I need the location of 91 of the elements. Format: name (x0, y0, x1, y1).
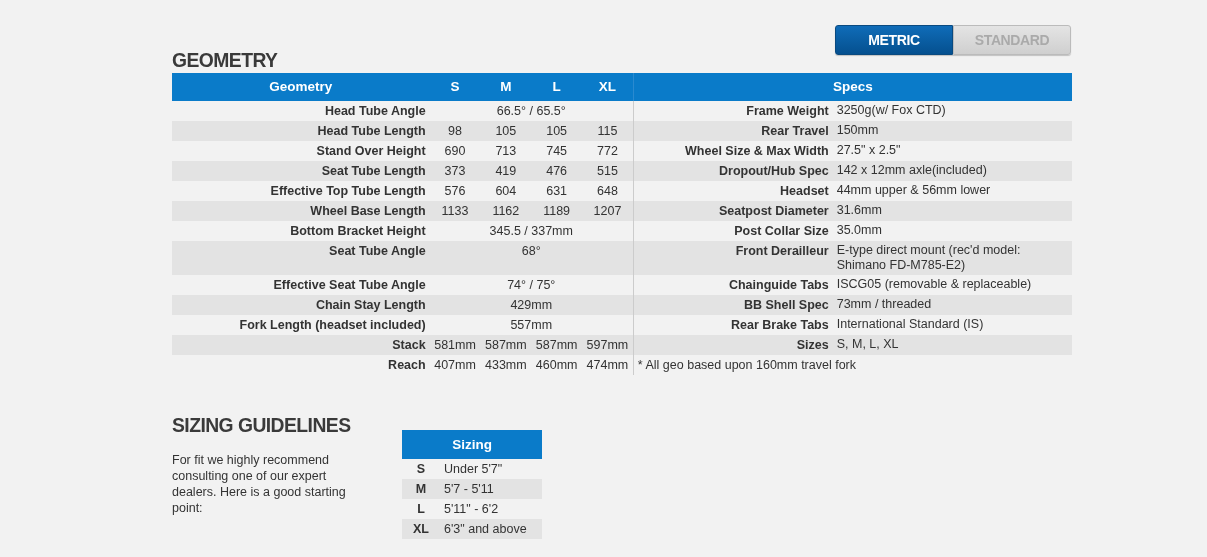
table-cell: 429mm (510, 298, 553, 312)
table-cell: 474mm (586, 358, 629, 372)
table-cell: 407mm (434, 358, 476, 372)
table-cell: 5'11" - 6'2 (444, 502, 499, 516)
row-label: Rear Travel (761, 124, 829, 138)
column-header: Geometry (269, 79, 333, 94)
row-label: Stack (392, 338, 426, 352)
row-label: Wheel Base Length (310, 204, 426, 218)
table-cell: 433mm (485, 358, 527, 372)
row-label: Reach (388, 358, 426, 372)
table-cell: 73mm / threaded (836, 297, 932, 311)
column-header: Sizing (452, 437, 492, 452)
table-cell: 27.5" x 2.5" (836, 143, 901, 157)
table-cell: 31.6mm (836, 203, 882, 217)
table-cell: 597mm (586, 338, 629, 352)
table-cell: 150mm (836, 123, 879, 137)
table-cell: 1162 (492, 204, 520, 218)
row-label: Bottom Bracket Height (290, 224, 426, 238)
table-cell: Under 5'7" (444, 462, 503, 476)
table-cell: 515 (597, 164, 618, 178)
row-label: Head Tube Length (317, 124, 426, 138)
table-cell: 44mm upper & 56mm lower (836, 183, 991, 197)
table-cell: 772 (597, 144, 618, 158)
sizing-description: For fit we highly recommend consulting one of our expert dealers. Here is a good starting point: (172, 452, 347, 516)
row-label: Chain Stay Length (315, 298, 426, 312)
table-cell: 6'3" and above (444, 522, 527, 536)
row-label: Frame Weight (746, 104, 829, 118)
table-cell: 74° / 75° (507, 278, 556, 292)
row-label: Seat Tube Length (321, 164, 426, 178)
table-cell: 105 (546, 124, 568, 138)
table-cell: 142 x 12mm axle(included) (836, 163, 987, 177)
section-title: SIZING GUIDELINES (172, 412, 352, 438)
row-label: Rear Brake Tabs (730, 318, 829, 332)
table-cell: S, M, L, XL (836, 337, 899, 351)
footnote: * All geo based upon 160mm travel fork (637, 358, 857, 372)
table-cell: 631 (546, 184, 568, 198)
table-cell: 5'7 - 5'11 (444, 482, 494, 496)
size-label: XL (413, 522, 429, 536)
table-cell: 581mm (434, 338, 476, 352)
column-header: L (552, 79, 561, 94)
column-header: XL (598, 79, 617, 94)
table-cell: 1207 (593, 204, 622, 218)
table-cell: 476 (546, 164, 568, 178)
row-label: Front Derailleur (735, 244, 829, 258)
table-cell: 105 (495, 124, 517, 138)
table-cell: 1133 (441, 204, 469, 218)
column-header: M (500, 79, 512, 94)
row-label: Dropout/Hub Spec (719, 164, 829, 178)
table-cell: 115 (597, 124, 618, 138)
size-label: L (417, 502, 425, 516)
row-label: Seat Tube Angle (329, 244, 426, 258)
row-label: Fork Length (headset included) (239, 318, 426, 332)
table-cell: 576 (444, 184, 466, 198)
row-label: Head Tube Angle (324, 104, 426, 118)
row-label: Seatpost Diameter (718, 204, 829, 218)
column-header: S (450, 79, 460, 94)
size-label: M (415, 482, 427, 496)
column-header: Specs (833, 79, 873, 94)
table-cell: 604 (495, 184, 517, 198)
table-cell: 98 (448, 124, 462, 138)
size-label: S (416, 462, 426, 476)
table-cell: 3250g(w/ Fox CTD) (836, 103, 946, 117)
row-label: BB Shell Spec (743, 298, 829, 312)
table-cell: E-type direct mount (rec'd model: Shimano FD-M785-E2) (836, 243, 1021, 272)
row-label: Chainguide Tabs (728, 278, 829, 292)
row-label: Stand Over Height (316, 144, 426, 158)
table-cell: 745 (546, 144, 568, 158)
table-cell: 345.5 / 337mm (489, 224, 573, 238)
table-cell: 713 (495, 144, 517, 158)
table-cell: 690 (444, 144, 466, 158)
table-cell: 35.0mm (836, 223, 882, 237)
row-label: Post Collar Size (734, 224, 829, 238)
table-cell: 66.5° / 65.5° (496, 104, 566, 118)
unit-tab[interactable]: METRIC (835, 25, 953, 55)
table-cell: International Standard (IS) (836, 317, 984, 331)
row-label: Effective Seat Tube Angle (273, 278, 426, 292)
table-cell: 460mm (535, 358, 578, 372)
row-label: Effective Top Tube Length (270, 184, 426, 198)
table-cell: 68° (521, 244, 541, 258)
table-cell: ISCG05 (removable & replaceable) (836, 277, 1032, 291)
table-cell: 373 (444, 164, 466, 178)
table-cell: 648 (597, 184, 618, 198)
table-cell: 587mm (535, 338, 578, 352)
section-title: GEOMETRY (172, 47, 278, 73)
row-label: Headset (780, 184, 829, 198)
table-cell: 419 (495, 164, 517, 178)
table-cell: 1189 (543, 204, 571, 218)
row-label: Wheel Size & Max Width (685, 144, 829, 158)
table-cell: 587mm (485, 338, 527, 352)
table-cell: 557mm (510, 318, 553, 332)
row-label: Sizes (796, 338, 829, 352)
